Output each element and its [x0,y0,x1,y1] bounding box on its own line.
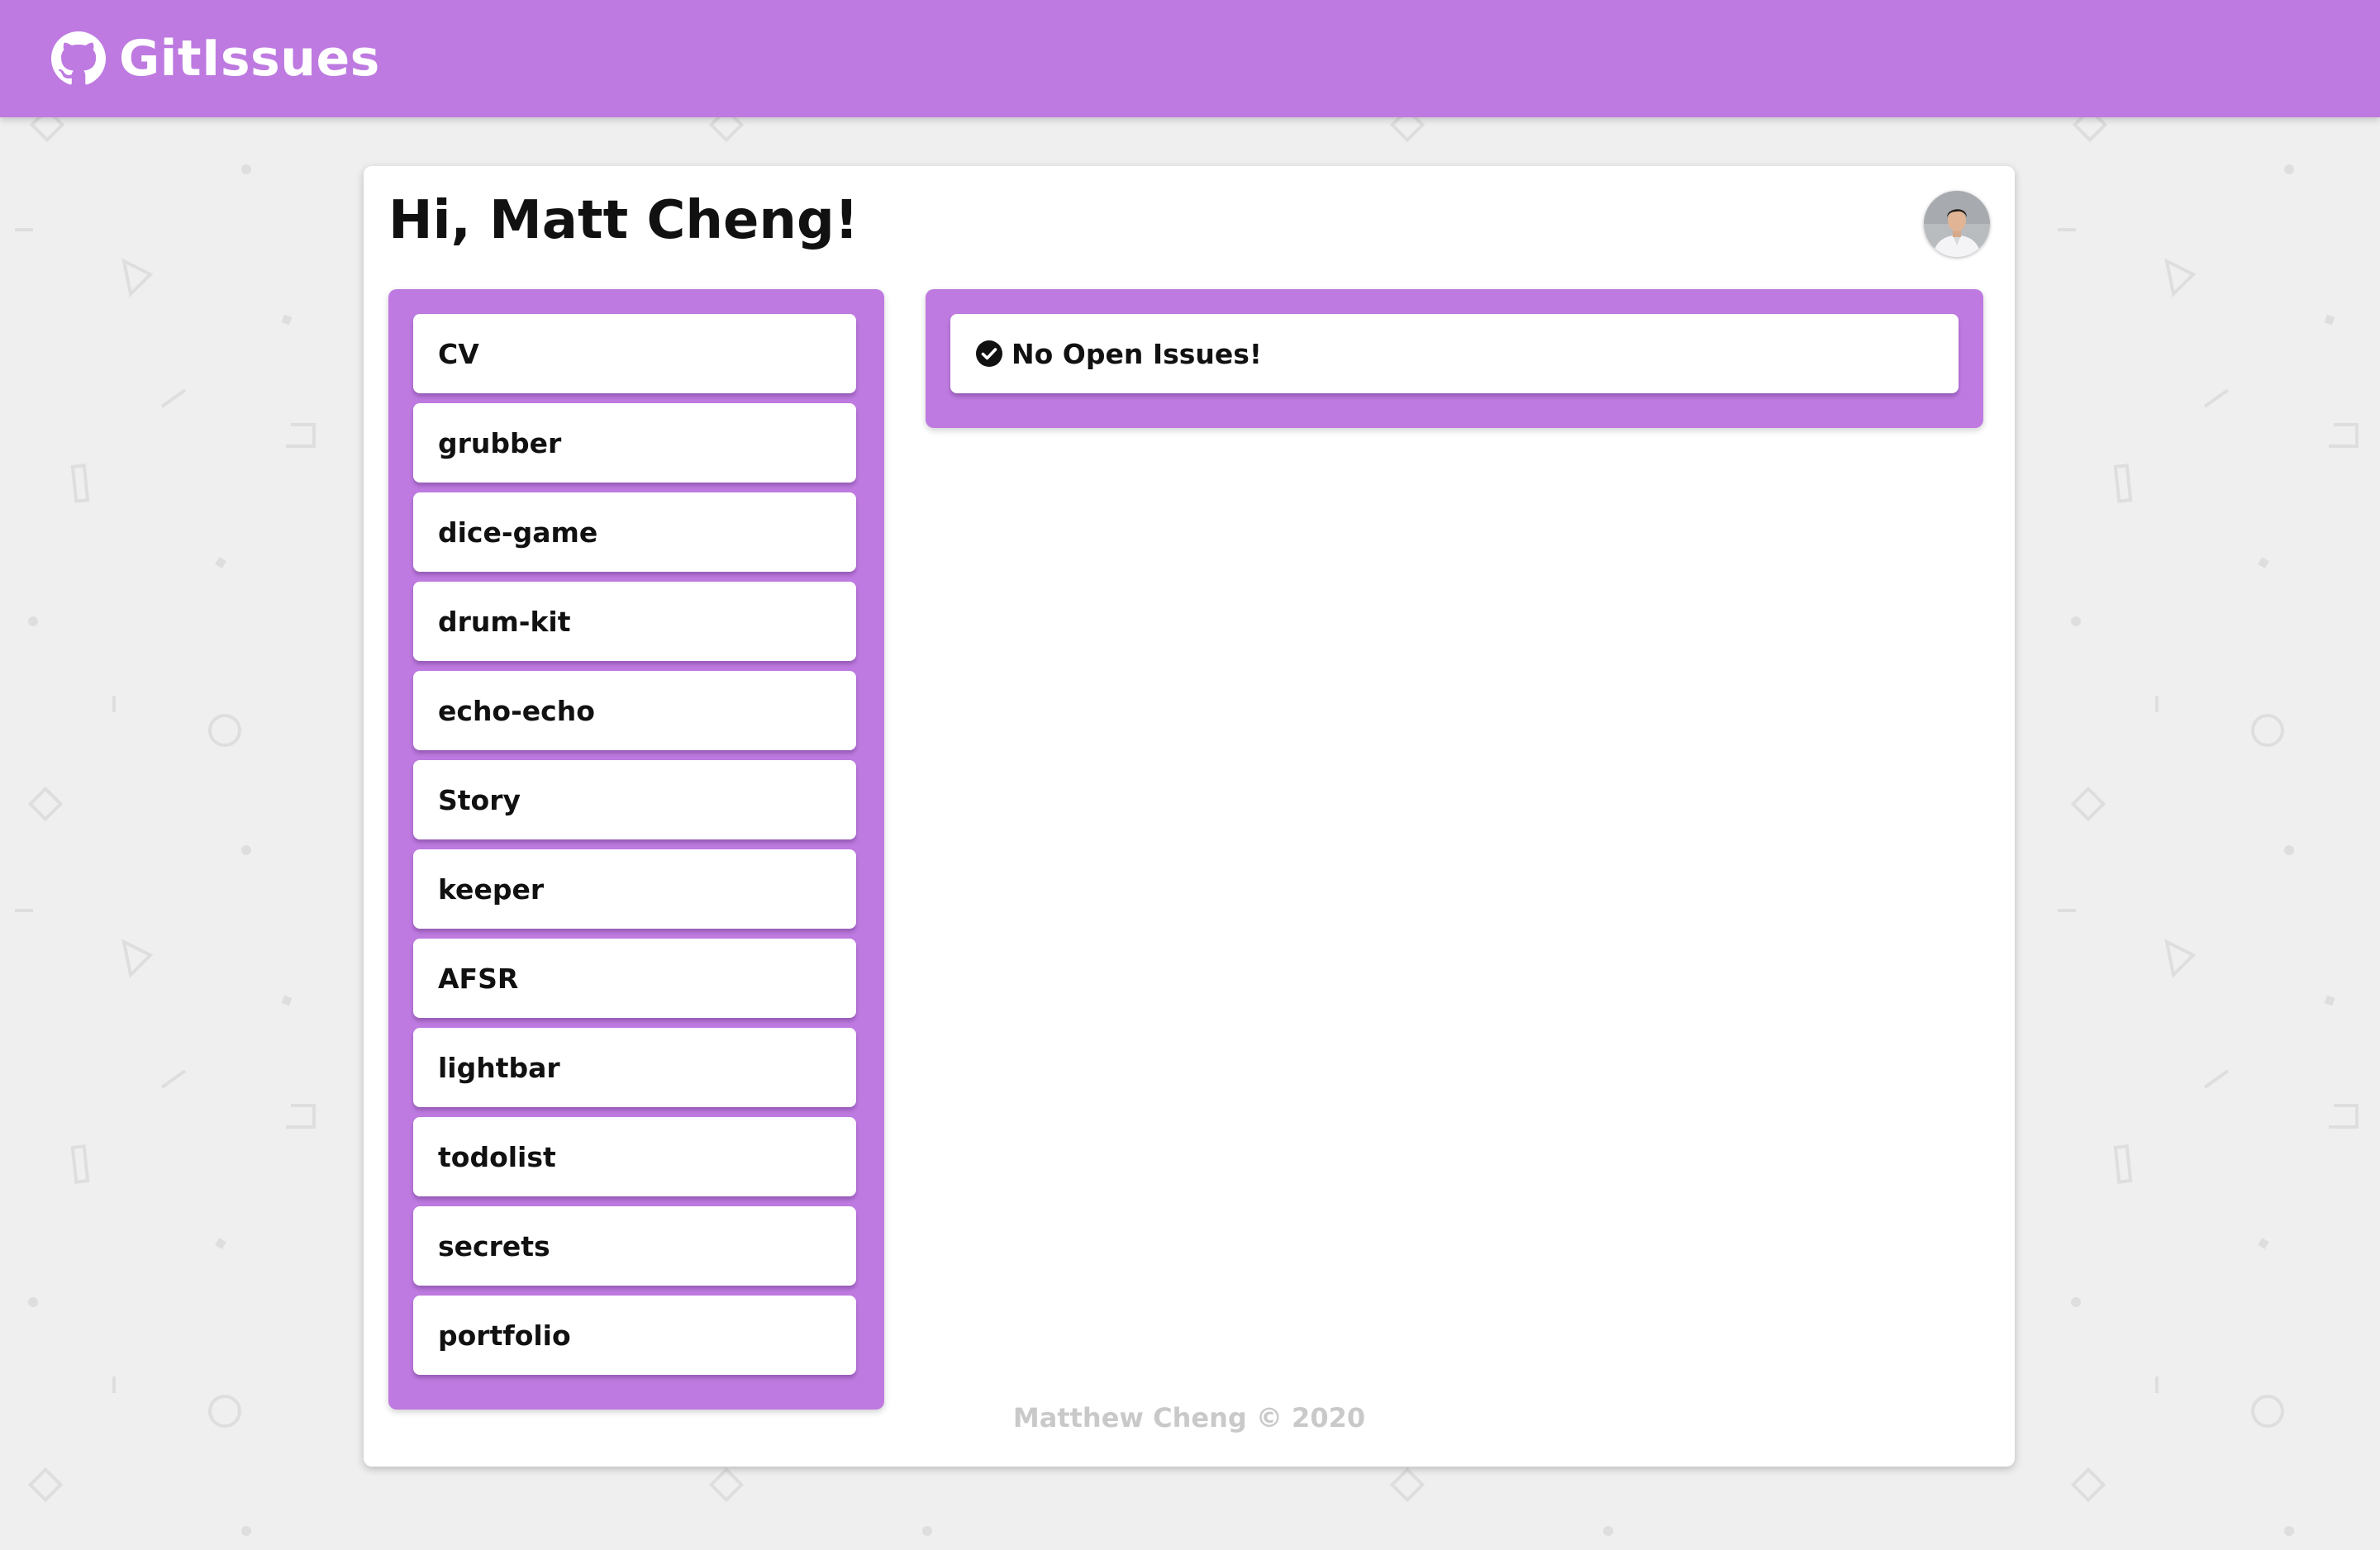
repo-item-portfolio[interactable]: portfolio [413,1296,856,1375]
repo-item-secrets[interactable]: secrets [413,1206,856,1286]
repo-item-story[interactable]: Story [413,760,856,839]
brand-title: GitIssues [119,30,380,88]
no-issues-item: No Open Issues! [950,314,1959,393]
top-navbar: GitIssues [0,0,2380,117]
repo-item-grubber[interactable]: grubber [413,403,856,483]
repo-item-dice-game[interactable]: dice-game [413,492,856,572]
repo-list: CV grubber dice-game drum-kit echo-echo … [413,314,856,1385]
repo-item-drum-kit[interactable]: drum-kit [413,582,856,661]
repo-item-keeper[interactable]: keeper [413,849,856,929]
main-card: Hi, Matt Cheng! CV grubber dice-game dru… [364,166,2015,1467]
user-avatar[interactable] [1924,191,1990,257]
no-issues-message: No Open Issues! [1011,337,1262,370]
brand-logo[interactable]: GitIssues [51,28,380,89]
issues-panel: No Open Issues! [926,289,1983,428]
check-circle-icon [975,340,1003,368]
repo-item-lightbar[interactable]: lightbar [413,1028,856,1107]
repo-item-afsr[interactable]: AFSR [413,939,856,1018]
repo-list-panel: CV grubber dice-game drum-kit echo-echo … [388,289,884,1410]
footer-copyright: Matthew Cheng © 2020 [1012,1402,1366,1434]
repo-item-echo-echo[interactable]: echo-echo [413,671,856,750]
repo-item-todolist[interactable]: todolist [413,1117,856,1196]
greeting-title: Hi, Matt Cheng! [388,190,859,251]
repo-item-cv[interactable]: CV [413,314,856,393]
github-icon [51,31,106,86]
